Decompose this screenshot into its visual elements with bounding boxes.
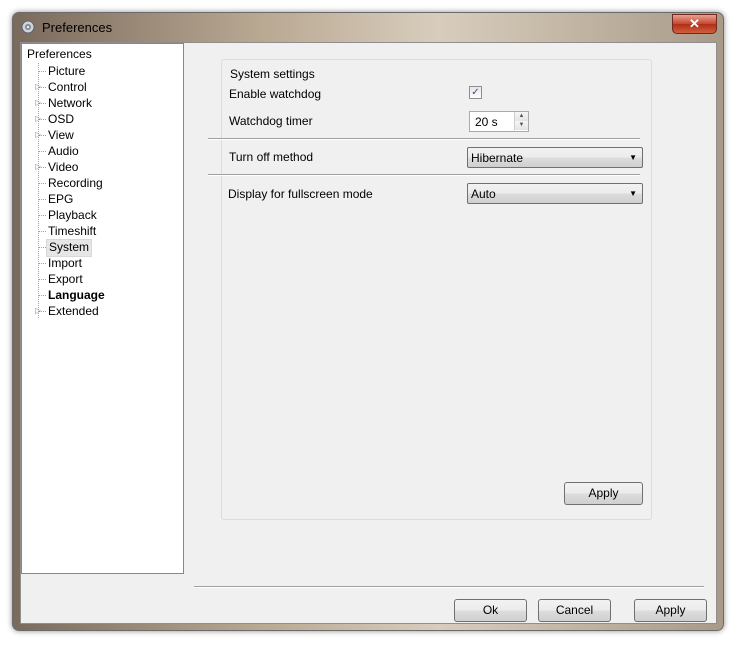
expand-arrow-icon[interactable]: ▷ xyxy=(35,111,42,127)
close-button[interactable]: ✕ xyxy=(672,14,717,34)
preferences-tree[interactable]: Preferences Picture ▷ Control ▷ Network ▷ OSD ▷… xyxy=(21,43,184,574)
fullscreen-display-value: Auto xyxy=(471,187,496,201)
system-settings-group: System settings Enable watchdog ✓ Watchd… xyxy=(208,59,652,520)
footer-apply-button[interactable]: Apply xyxy=(634,599,707,622)
chevron-down-icon: ▼ xyxy=(629,153,637,162)
tree-connector xyxy=(38,151,46,152)
window-title: Preferences xyxy=(42,20,113,35)
dialog-client-area: Preferences Picture ▷ Control ▷ Network ▷ OSD ▷… xyxy=(20,42,717,624)
separator xyxy=(208,138,640,140)
tree-connector xyxy=(38,231,46,232)
expand-arrow-icon[interactable]: ▷ xyxy=(35,95,42,111)
tree-item-audio[interactable]: Audio xyxy=(46,143,81,159)
tree-item-osd[interactable]: OSD xyxy=(46,111,76,127)
tree-connector xyxy=(38,183,46,184)
tree-item-epg[interactable]: EPG xyxy=(46,191,75,207)
separator xyxy=(208,174,640,176)
tree-connector xyxy=(38,71,46,72)
preferences-window: Preferences ✕ Preferences Picture ▷ Contro… xyxy=(12,12,724,631)
chevron-down-icon: ▼ xyxy=(629,189,637,198)
tree-item-extended[interactable]: Extended xyxy=(46,303,101,319)
spin-up-icon[interactable]: ▲ xyxy=(514,112,528,121)
tree-item-control[interactable]: Control xyxy=(46,79,89,95)
tree-connector xyxy=(38,279,46,280)
watchdog-timer-spinbox[interactable]: 20 s ▲ ▼ xyxy=(469,111,529,132)
tree-item-picture[interactable]: Picture xyxy=(46,63,87,79)
tree-connector xyxy=(38,199,46,200)
enable-watchdog-checkbox[interactable]: ✓ xyxy=(469,86,482,99)
tree-item-view[interactable]: View xyxy=(46,127,76,143)
expand-arrow-icon[interactable]: ▷ xyxy=(35,303,42,319)
tree-item-timeshift[interactable]: Timeshift xyxy=(46,223,98,239)
fullscreen-display-label: Display for fullscreen mode xyxy=(228,187,373,201)
tree-connector xyxy=(38,295,46,296)
tree-item-video[interactable]: Video xyxy=(46,159,80,175)
turn-off-method-value: Hibernate xyxy=(471,151,524,165)
tree-item-export[interactable]: Export xyxy=(46,271,85,287)
tree-item-language[interactable]: Language xyxy=(46,287,107,303)
watchdog-timer-value: 20 s xyxy=(475,115,498,129)
footer-separator xyxy=(194,586,704,588)
settings-apply-button[interactable]: Apply xyxy=(564,482,643,505)
group-title: System settings xyxy=(229,67,316,81)
tree-item-network[interactable]: Network xyxy=(46,95,94,111)
tree-item-playback[interactable]: Playback xyxy=(46,207,99,223)
turn-off-method-dropdown[interactable]: Hibernate ▼ xyxy=(467,147,643,168)
ok-button[interactable]: Ok xyxy=(454,599,527,622)
spin-down-icon[interactable]: ▼ xyxy=(514,121,528,130)
enable-watchdog-label: Enable watchdog xyxy=(229,87,322,101)
expand-arrow-icon[interactable]: ▷ xyxy=(35,159,42,175)
expand-arrow-icon[interactable]: ▷ xyxy=(35,79,42,95)
app-gear-icon xyxy=(21,20,35,34)
tree-item-recording[interactable]: Recording xyxy=(46,175,105,191)
tree-connector xyxy=(38,215,46,216)
tree-connector xyxy=(38,247,46,248)
fullscreen-display-dropdown[interactable]: Auto ▼ xyxy=(467,183,643,204)
title-bar[interactable]: Preferences ✕ xyxy=(13,13,723,41)
tree-connector xyxy=(38,263,46,264)
expand-arrow-icon[interactable]: ▷ xyxy=(35,127,42,143)
cancel-button[interactable]: Cancel xyxy=(538,599,611,622)
tree-root-preferences[interactable]: Preferences xyxy=(27,47,92,61)
tree-item-import[interactable]: Import xyxy=(46,255,84,271)
turn-off-method-label: Turn off method xyxy=(229,150,314,164)
watchdog-timer-label: Watchdog timer xyxy=(229,114,313,128)
